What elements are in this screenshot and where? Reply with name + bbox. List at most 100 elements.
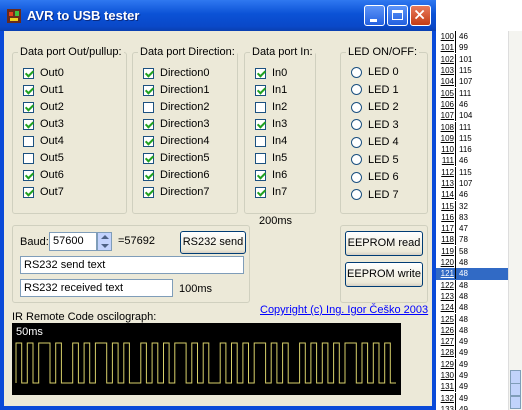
direction-label: Direction6 (160, 169, 210, 181)
in-checkbox-2[interactable]: In2 (255, 100, 287, 114)
direction-label: Direction7 (160, 186, 210, 198)
list-item-index: 100 (436, 31, 456, 43)
spin-up-icon[interactable] (101, 235, 109, 239)
radio-circle[interactable] (351, 136, 362, 148)
radio-circle[interactable] (351, 171, 362, 183)
in-checkbox-5[interactable]: In5 (255, 151, 287, 165)
baud-spinner[interactable] (97, 232, 112, 251)
list-item-value: 111 (459, 88, 472, 98)
list-item-value: 49 (459, 337, 468, 347)
led-radio-5[interactable]: LED 5 (351, 153, 399, 167)
checkbox-box[interactable] (255, 67, 266, 79)
direction-checkbox-7[interactable]: Direction7 (143, 185, 210, 199)
out-checkbox-3[interactable]: Out3 (23, 117, 64, 131)
out-label: Out0 (40, 67, 64, 79)
checkbox-box[interactable] (255, 169, 266, 181)
checkbox-box[interactable] (143, 84, 154, 96)
checkbox-box[interactable] (143, 67, 154, 79)
list-scrollbar[interactable] (508, 31, 522, 410)
led-radio-2[interactable]: LED 2 (351, 100, 399, 114)
out-checkbox-4[interactable]: Out4 (23, 134, 64, 148)
radio-circle[interactable] (351, 101, 362, 113)
minimize-button[interactable] (364, 5, 385, 26)
list-item-value: 46 (459, 190, 468, 200)
direction-checkbox-2[interactable]: Direction2 (143, 100, 210, 114)
checkbox-box[interactable] (255, 84, 266, 96)
checkbox-box[interactable] (255, 135, 266, 147)
out-checkbox-1[interactable]: Out1 (23, 83, 64, 97)
out-checkbox-7[interactable]: Out7 (23, 185, 64, 199)
checkbox-box[interactable] (143, 169, 154, 181)
led-label: LED 7 (368, 188, 399, 201)
in-checkbox-0[interactable]: In0 (255, 66, 287, 80)
direction-checkbox-1[interactable]: Direction1 (143, 83, 210, 97)
direction-checkbox-0[interactable]: Direction0 (143, 66, 210, 80)
checkbox-box[interactable] (23, 84, 34, 96)
radio-circle[interactable] (351, 66, 362, 78)
spin-down-icon[interactable] (101, 244, 109, 248)
close-button[interactable] (410, 5, 431, 26)
out-checkbox-6[interactable]: Out6 (23, 168, 64, 182)
baud-input[interactable]: 57600 (49, 232, 97, 251)
scroll-down-arrow-icon[interactable] (510, 396, 521, 409)
in-checkbox-1[interactable]: In1 (255, 83, 287, 97)
checkbox-box[interactable] (255, 101, 266, 113)
eeprom-read-button[interactable]: EEPROM read (345, 231, 423, 256)
led-radio-6[interactable]: LED 6 (351, 170, 399, 184)
list-item-value: 48 (459, 314, 468, 324)
radio-circle[interactable] (351, 84, 362, 95)
direction-checkbox-3[interactable]: Direction3 (143, 117, 210, 131)
checkbox-box[interactable] (23, 67, 34, 79)
in-checkbox-3[interactable]: In3 (255, 117, 287, 131)
radio-circle[interactable] (351, 119, 362, 130)
checkbox-box[interactable] (23, 135, 34, 147)
checkbox-box[interactable] (143, 101, 154, 113)
led-radio-3[interactable]: LED 3 (351, 118, 399, 132)
checkbox-box[interactable] (143, 186, 154, 198)
direction-checkbox-4[interactable]: Direction4 (143, 134, 210, 148)
rs232-received-field[interactable]: RS232 received text (20, 279, 173, 297)
list-item-index: 108 (436, 121, 456, 133)
checkbox-box[interactable] (23, 186, 34, 198)
out-checkbox-2[interactable]: Out2 (23, 100, 64, 114)
direction-checkbox-5[interactable]: Direction5 (143, 151, 210, 165)
list-item-index: 124 (436, 302, 456, 314)
checkbox-box[interactable] (143, 135, 154, 147)
in-label: In7 (272, 186, 288, 198)
list-item-index: 133 (436, 403, 456, 410)
eeprom-write-button[interactable]: EEPROM write (345, 262, 423, 287)
radio-circle[interactable] (351, 154, 362, 165)
list-item-value: 116 (459, 145, 472, 155)
checkbox-box[interactable] (23, 169, 34, 181)
out-checkbox-5[interactable]: Out5 (23, 151, 64, 165)
in-checkbox-6[interactable]: In6 (255, 168, 287, 182)
led-radio-7[interactable]: LED 7 (351, 188, 399, 202)
scroll-up-arrow-icon[interactable] (510, 383, 521, 396)
checkbox-box[interactable] (143, 152, 154, 164)
led-radio-1[interactable]: LED 1 (351, 83, 399, 97)
checkbox-box[interactable] (255, 118, 266, 130)
out-checkbox-0[interactable]: Out0 (23, 66, 64, 80)
checkbox-box[interactable] (23, 118, 34, 130)
led-radio-0[interactable]: LED 0 (351, 65, 399, 79)
led-radio-4[interactable]: LED 4 (351, 135, 399, 149)
maximize-button[interactable] (387, 5, 408, 26)
serial-group: Baud: 57600 =57692 RS232 send RS232 send… (12, 225, 250, 303)
checkbox-box[interactable] (23, 101, 34, 113)
title-bar[interactable]: AVR to USB tester (0, 0, 436, 31)
rs232-send-button[interactable]: RS232 send (180, 231, 246, 254)
radio-circle[interactable] (351, 189, 362, 200)
checkbox-box[interactable] (143, 118, 154, 130)
checkbox-box[interactable] (255, 152, 266, 164)
checkbox-box[interactable] (255, 186, 266, 198)
checkbox-box[interactable] (23, 152, 34, 164)
copyright-link[interactable]: Copyright (c) Ing. Igor Češko 2003 (260, 304, 428, 316)
list-item-value: 78 (459, 235, 468, 245)
list-item-value: 48 (459, 291, 468, 301)
in-checkbox-4[interactable]: In4 (255, 134, 287, 148)
list-item-value: 49 (459, 348, 468, 358)
direction-checkbox-6[interactable]: Direction6 (143, 168, 210, 182)
scrollbar-thumb[interactable] (510, 370, 521, 384)
rs232-send-field[interactable]: RS232 send text (20, 256, 244, 274)
in-checkbox-7[interactable]: In7 (255, 185, 287, 199)
